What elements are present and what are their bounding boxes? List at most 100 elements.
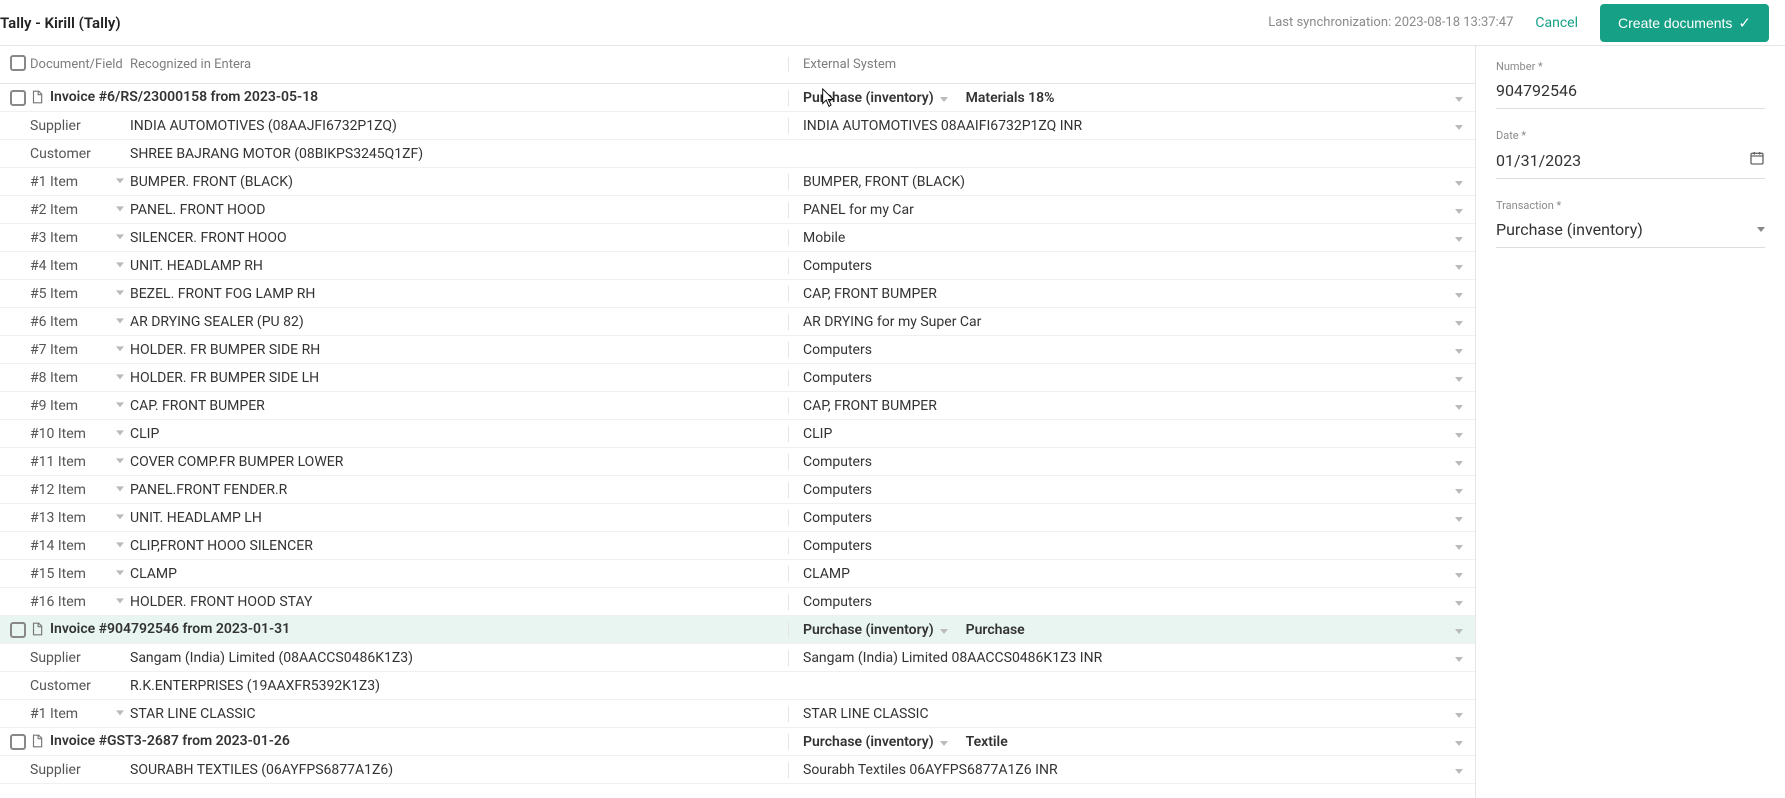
cancel-button[interactable]: Cancel bbox=[1535, 15, 1578, 31]
item-external-select[interactable]: CAP, FRONT BUMPER bbox=[803, 286, 1475, 302]
customer-recognized: SHREE BAJRANG MOTOR (08BIKPS3245Q1ZF) bbox=[130, 146, 788, 162]
document-icon bbox=[30, 621, 44, 637]
transaction-select[interactable]: Purchase (inventory) bbox=[1496, 216, 1765, 248]
chevron-down-icon[interactable] bbox=[116, 315, 124, 326]
chevron-down-icon[interactable] bbox=[116, 455, 124, 466]
chevron-down-icon[interactable] bbox=[116, 511, 124, 522]
invoice-checkbox[interactable] bbox=[10, 90, 26, 106]
item-recognized: HOLDER. FR BUMPER SIDE LH bbox=[130, 370, 788, 386]
field-label: #15 Item bbox=[30, 566, 86, 582]
chevron-down-icon bbox=[1455, 650, 1463, 666]
document-icon bbox=[30, 89, 44, 105]
transaction-type-select[interactable]: Purchase (inventory) bbox=[803, 622, 948, 638]
chevron-down-icon[interactable] bbox=[116, 483, 124, 494]
item-external-select[interactable]: Computers bbox=[803, 454, 1475, 470]
item-external-select[interactable]: Computers bbox=[803, 482, 1475, 498]
item-external-select-value: Mobile bbox=[803, 230, 845, 246]
item-external-select[interactable]: Computers bbox=[803, 510, 1475, 526]
transaction-type-select[interactable]: Purchase (inventory) bbox=[803, 90, 948, 106]
item-external-select-value: Computers bbox=[803, 258, 872, 274]
field-label: Supplier bbox=[30, 762, 81, 778]
field-label: #12 Item bbox=[30, 482, 86, 498]
item-external-select[interactable]: Mobile bbox=[803, 230, 1475, 246]
chevron-down-icon[interactable] bbox=[116, 595, 124, 606]
chevron-down-icon bbox=[1455, 454, 1463, 470]
chevron-down-icon[interactable] bbox=[116, 539, 124, 550]
number-input[interactable]: 904792546 bbox=[1496, 77, 1765, 109]
date-value: 01/31/2023 bbox=[1496, 151, 1581, 170]
item-recognized: PANEL.FRONT FENDER.R bbox=[130, 482, 788, 498]
field-label: #1 Item bbox=[30, 174, 78, 190]
chevron-down-icon[interactable] bbox=[116, 259, 124, 270]
chevron-down-icon bbox=[1455, 314, 1463, 330]
item-external-select[interactable]: Computers bbox=[803, 370, 1475, 386]
chevron-down-icon bbox=[1455, 258, 1463, 274]
chevron-down-icon[interactable] bbox=[1455, 622, 1463, 638]
item-external-select[interactable]: Computers bbox=[803, 342, 1475, 358]
chevron-down-icon[interactable] bbox=[116, 343, 124, 354]
item-recognized: AR DRYING SEALER (PU 82) bbox=[130, 314, 788, 330]
field-label: #14 Item bbox=[30, 538, 86, 554]
chevron-down-icon[interactable] bbox=[116, 231, 124, 242]
chevron-down-icon[interactable] bbox=[116, 399, 124, 410]
invoice-header-row[interactable]: Invoice #6/RS/23000158 from 2023-05-18Pu… bbox=[0, 84, 1475, 112]
transaction-category: Textile bbox=[966, 734, 1008, 750]
invoice-checkbox[interactable] bbox=[10, 622, 26, 638]
field-label: #10 Item bbox=[30, 426, 86, 442]
chevron-down-icon[interactable] bbox=[116, 175, 124, 186]
supplier-external-select[interactable]: Sourabh Textiles 06AYFPS6877A1Z6 INR bbox=[803, 762, 1475, 778]
chevron-down-icon[interactable] bbox=[116, 287, 124, 298]
field-label: #16 Item bbox=[30, 594, 86, 610]
invoice-header-row[interactable]: Invoice #904792546 from 2023-01-31Purcha… bbox=[0, 616, 1475, 644]
chevron-down-icon[interactable] bbox=[116, 371, 124, 382]
item-external-select[interactable]: STAR LINE CLASSIC bbox=[803, 706, 1475, 722]
supplier-row: SupplierSangam (India) Limited (08AACCS0… bbox=[0, 644, 1475, 672]
chevron-down-icon[interactable] bbox=[1455, 90, 1463, 106]
item-external-select[interactable]: Computers bbox=[803, 258, 1475, 274]
supplier-external-select-value: Sangam (India) Limited 08AACCS0486K1Z3 I… bbox=[803, 650, 1102, 666]
item-external-select[interactable]: CLIP bbox=[803, 426, 1475, 442]
item-external-select[interactable]: CLAMP bbox=[803, 566, 1475, 582]
transaction-category: Materials 18% bbox=[966, 90, 1055, 106]
supplier-external-select[interactable]: Sangam (India) Limited 08AACCS0486K1Z3 I… bbox=[803, 650, 1475, 666]
invoice-checkbox[interactable] bbox=[10, 734, 26, 750]
date-input[interactable]: 01/31/2023 bbox=[1496, 146, 1765, 179]
item-external-select-value: Computers bbox=[803, 510, 872, 526]
transaction-value: Purchase (inventory) bbox=[1496, 220, 1643, 239]
item-recognized: HOLDER. FR BUMPER SIDE RH bbox=[130, 342, 788, 358]
item-row: #15 ItemCLAMPCLAMP bbox=[0, 560, 1475, 588]
number-value: 904792546 bbox=[1496, 81, 1577, 100]
chevron-down-icon bbox=[1455, 342, 1463, 358]
item-external-select[interactable]: BUMPER, FRONT (BLACK) bbox=[803, 174, 1475, 190]
chevron-down-icon[interactable] bbox=[116, 567, 124, 578]
item-external-select[interactable]: CAP, FRONT BUMPER bbox=[803, 398, 1475, 414]
select-all-checkbox[interactable] bbox=[10, 55, 26, 71]
chevron-down-icon[interactable] bbox=[1455, 734, 1463, 750]
field-label: #4 Item bbox=[30, 258, 78, 274]
invoice-title: Invoice #GST3-2687 from 2023-01-26 bbox=[50, 733, 290, 749]
item-external-select[interactable]: Computers bbox=[803, 538, 1475, 554]
item-external-select[interactable]: Computers bbox=[803, 594, 1475, 610]
item-row: #11 ItemCOVER COMP.FR BUMPER LOWERComput… bbox=[0, 448, 1475, 476]
customer-row: Customer SHREE BAJRANG MOTOR (08BIKPS3245… bbox=[0, 140, 1475, 168]
create-documents-button[interactable]: Create documents bbox=[1600, 4, 1769, 42]
chevron-down-icon[interactable] bbox=[116, 427, 124, 438]
supplier-external-select[interactable]: INDIA AUTOMOTIVES 08AAIFI6732P1ZQ INR bbox=[803, 118, 1475, 134]
item-external-select[interactable]: PANEL for my Car bbox=[803, 202, 1475, 218]
chevron-down-icon[interactable] bbox=[116, 203, 124, 214]
calendar-icon[interactable] bbox=[1749, 150, 1765, 170]
supplier-recognized: SOURABH TEXTILES (06AYFPS6877A1Z6) bbox=[130, 762, 788, 778]
item-row: #14 ItemCLIP,FRONT HOOO SILENCERComputer… bbox=[0, 532, 1475, 560]
chevron-down-icon bbox=[1455, 426, 1463, 442]
create-documents-label: Create documents bbox=[1618, 15, 1732, 31]
transaction-type-select[interactable]: Purchase (inventory) bbox=[803, 734, 948, 750]
item-row: #10 ItemCLIPCLIP bbox=[0, 420, 1475, 448]
field-label: Customer bbox=[30, 146, 91, 162]
item-external-select[interactable]: AR DRYING for my Super Car bbox=[803, 314, 1475, 330]
item-row: #3 ItemSILENCER. FRONT HOOOMobile bbox=[0, 224, 1475, 252]
chevron-down-icon[interactable] bbox=[116, 707, 124, 718]
chevron-down-icon bbox=[1455, 482, 1463, 498]
chevron-down-icon bbox=[1455, 706, 1463, 722]
invoice-header-row[interactable]: Invoice #GST3-2687 from 2023-01-26 Purcha… bbox=[0, 728, 1475, 756]
chevron-down-icon bbox=[1455, 174, 1463, 190]
